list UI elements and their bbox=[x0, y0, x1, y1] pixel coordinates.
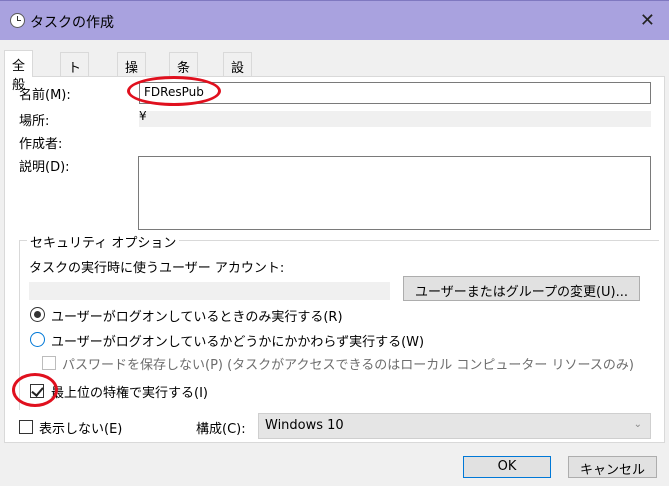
tab-conditions[interactable]: 条件 bbox=[169, 52, 199, 95]
description-input[interactable] bbox=[138, 156, 651, 230]
account-field bbox=[29, 282, 390, 300]
no-store-password-label: パスワードを保存しない(P) (タスクがアクセスできるのはローカル コンピュータ… bbox=[62, 358, 634, 373]
location-label: 場所: bbox=[19, 114, 50, 129]
tab-triggers[interactable]: トリガー bbox=[60, 52, 90, 133]
author-label: 作成者: bbox=[19, 137, 63, 152]
name-input[interactable]: FDResPub bbox=[139, 82, 651, 104]
radio-whether-logged-on-label: ユーザーがログオンしているかどうかにかかわらず実行する(W) bbox=[51, 335, 425, 350]
hidden-label: 表示しない(E) bbox=[39, 422, 123, 437]
cancel-button[interactable]: キャンセル bbox=[568, 456, 657, 478]
configure-label: 構成(C): bbox=[196, 422, 246, 437]
ok-button[interactable]: OK bbox=[463, 456, 551, 478]
clock-icon bbox=[10, 13, 25, 28]
configure-value: Windows 10 bbox=[265, 418, 344, 433]
run-highest-label: 最上位の特権で実行する(I) bbox=[51, 386, 208, 401]
radio-logged-on-label: ユーザーがログオンしているときのみ実行する(R) bbox=[51, 310, 343, 325]
tab-actions[interactable]: 操作 bbox=[117, 52, 147, 95]
general-panel: 名前(M): FDResPub 場所: ¥ 作成者: 説明(D): セキュリティ… bbox=[4, 76, 665, 443]
hidden-checkbox[interactable] bbox=[19, 420, 33, 434]
run-highest-checkbox[interactable] bbox=[30, 384, 44, 398]
close-icon[interactable]: ✕ bbox=[640, 10, 655, 31]
no-store-password-checkbox[interactable] bbox=[42, 356, 56, 370]
tab-general[interactable]: 全般 bbox=[4, 50, 34, 93]
tab-settings[interactable]: 設定 bbox=[223, 52, 253, 95]
location-value: ¥ bbox=[139, 109, 147, 123]
change-user-button[interactable]: ユーザーまたはグループの変更(U)... bbox=[403, 276, 640, 301]
radio-whether-logged-on[interactable] bbox=[30, 332, 45, 347]
chevron-down-icon: ⌄ bbox=[633, 419, 642, 430]
location-field: ¥ bbox=[139, 109, 651, 127]
security-group-border-left bbox=[19, 240, 20, 410]
security-group-title: セキュリティ オプション bbox=[27, 232, 180, 251]
name-label: 名前(M): bbox=[19, 88, 71, 103]
account-label: タスクの実行時に使うユーザー アカウント: bbox=[29, 261, 285, 276]
description-label: 説明(D): bbox=[19, 160, 70, 175]
configure-select[interactable]: Windows 10 ⌄ bbox=[258, 413, 651, 439]
radio-logged-on[interactable] bbox=[30, 307, 45, 322]
title-bar: タスクの作成 ✕ bbox=[0, 0, 669, 40]
window-title: タスクの作成 bbox=[30, 15, 114, 31]
name-value: FDResPub bbox=[144, 85, 204, 99]
